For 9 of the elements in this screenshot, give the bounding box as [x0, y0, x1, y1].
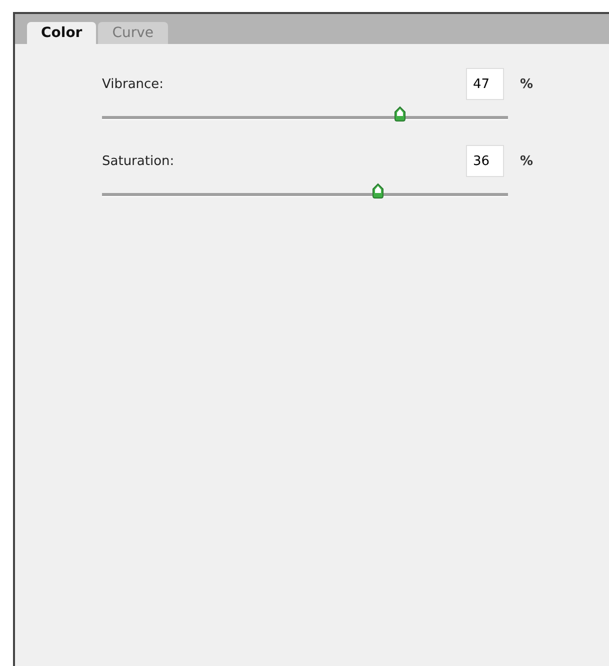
unit-label: %	[520, 154, 534, 168]
slider-thumb[interactable]	[372, 183, 384, 199]
value-field[interactable]: 47	[466, 68, 504, 100]
value-field[interactable]: 36	[466, 145, 504, 177]
slider-label: Saturation:	[102, 154, 176, 168]
slider-label: Vibrance:	[102, 76, 165, 92]
slider-thumb[interactable]	[394, 106, 406, 122]
unit-label: %	[520, 76, 534, 92]
tab[interactable]: Color	[27, 22, 96, 44]
